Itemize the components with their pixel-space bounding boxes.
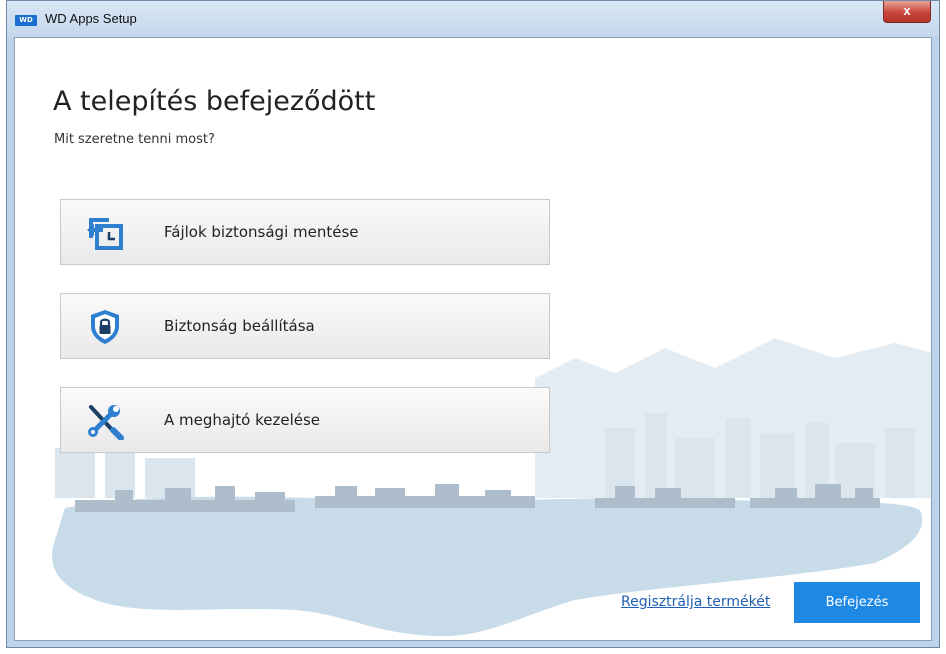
backup-icon (87, 218, 123, 250)
manage-drive-label: A meghajtó kezelése (164, 411, 321, 429)
tools-icon (88, 405, 124, 440)
wd-logo-icon: WD (15, 15, 37, 26)
security-settings-button[interactable]: Biztonság beállítása (60, 293, 550, 359)
page-title: A telepítés befejeződött (53, 86, 376, 117)
setup-window: WD WD Apps Setup x A telepítés befejeződ… (6, 0, 940, 648)
content-area: A telepítés befejeződött Mit szeretne te… (14, 37, 932, 641)
manage-drive-button[interactable]: A meghajtó kezelése (60, 387, 550, 453)
window-title: WD Apps Setup (45, 11, 137, 26)
register-product-link[interactable]: Regisztrálja termékét (621, 594, 770, 610)
shield-lock-icon (91, 310, 119, 344)
title-bar[interactable]: WD WD Apps Setup x (7, 1, 939, 37)
security-settings-label: Biztonság beállítása (164, 317, 315, 335)
backup-files-label: Fájlok biztonsági mentése (164, 223, 359, 241)
close-button[interactable]: x (883, 1, 931, 23)
finish-button[interactable]: Befejezés (794, 582, 920, 623)
backup-files-button[interactable]: Fájlok biztonsági mentése (60, 199, 550, 265)
page-subtitle: Mit szeretne tenni most? (54, 132, 215, 147)
